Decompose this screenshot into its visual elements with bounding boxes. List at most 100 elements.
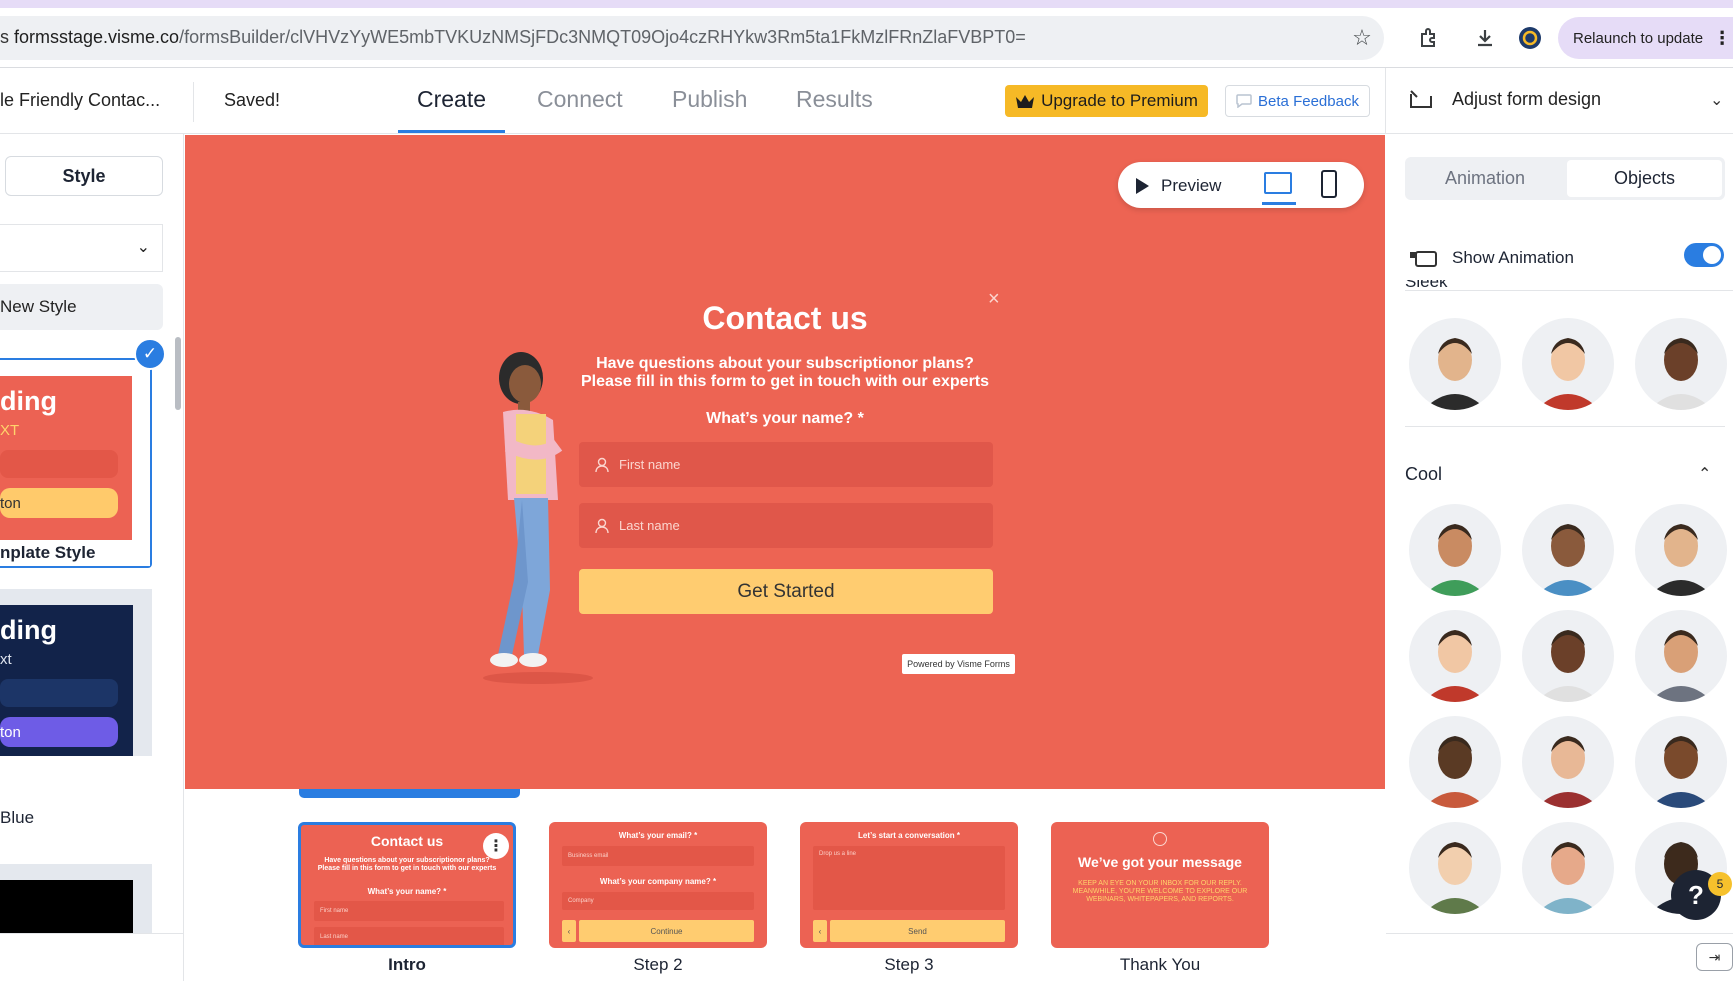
preview-button[interactable]: Preview [1136, 172, 1221, 200]
show-animation-toggle[interactable] [1684, 243, 1724, 267]
beta-feedback-button[interactable]: Beta Feedback [1225, 85, 1370, 117]
tab-connect[interactable]: Connect [537, 86, 623, 113]
tab-publish[interactable]: Publish [672, 86, 747, 113]
url-text[interactable]: s formsstage.visme.co/formsBuilder/clVHV… [0, 27, 1320, 48]
extensions-icon[interactable] [1413, 22, 1445, 54]
style-dropdown[interactable]: ⌄ [0, 224, 163, 272]
step-question: What’s your email? * [618, 831, 698, 840]
section-sleek-label: Sleek [1405, 280, 1448, 290]
avatar-blue-shirt-icon[interactable] [1522, 318, 1614, 410]
step-label-intro[interactable]: Intro [298, 955, 516, 975]
steps-scrollbar[interactable] [299, 789, 520, 798]
template-card-blue[interactable]: ding xt ton [0, 589, 152, 756]
step-question: What’s your company name? * [599, 877, 717, 886]
beta-label: Beta Feedback [1258, 92, 1359, 110]
help-badge: 5 [1708, 872, 1732, 896]
profile-avatar-icon[interactable] [1514, 22, 1546, 54]
step-title: Contact us [370, 833, 444, 849]
header-divider [193, 82, 194, 122]
tab-objects[interactable]: Objects [1567, 160, 1722, 197]
save-status: Saved! [224, 90, 281, 110]
upgrade-label: Upgrade to Premium [1041, 91, 1198, 110]
preview-label: Preview [1161, 176, 1222, 195]
avatar-green-shirt-icon[interactable] [1409, 318, 1501, 410]
kebab-menu-icon[interactable]: ⋮ [483, 833, 509, 859]
message-icon [1153, 832, 1167, 846]
step-desc: Have questions about your subscriptionor… [317, 857, 497, 872]
avatar-sunglasses-icon[interactable] [1409, 504, 1501, 596]
name-question-label[interactable]: What’s your name? * [580, 410, 990, 428]
left-scrollbar[interactable] [175, 337, 181, 410]
avatar-bun-icon[interactable] [1522, 716, 1614, 808]
step-question: What’s your name? * [367, 887, 447, 896]
form-name[interactable]: le Friendly Contac... [0, 90, 160, 111]
avatar-waving-icon[interactable] [1635, 610, 1727, 702]
step-field: Business email [562, 846, 754, 866]
powered-by-badge[interactable]: Powered by Visme Forms [902, 654, 1015, 674]
step-thumbnail-step2[interactable]: What’s your email? * Business email What… [549, 822, 767, 948]
back-arrow-icon: ‹ [813, 920, 827, 942]
relaunch-button[interactable]: Relaunch to update ⋮ [1558, 17, 1733, 59]
template-heading: ding [0, 615, 57, 645]
step-thumbnail-thankyou[interactable]: We’ve got your message KEEP AN EYE ON YO… [1051, 822, 1269, 948]
adjust-form-design[interactable]: Adjust form design [1408, 88, 1601, 110]
chevron-down-icon: ⌄ [136, 239, 150, 256]
design-icon [1410, 90, 1432, 108]
template-heading: ding [0, 386, 57, 416]
tab-results[interactable]: Results [796, 86, 873, 113]
toggle-knob [1703, 246, 1721, 264]
bookmark-star-icon[interactable]: ☆ [1346, 22, 1378, 54]
animation-icon [1410, 251, 1437, 267]
template-button: ton [0, 488, 118, 518]
section-cool-label: Cool [1405, 464, 1443, 484]
step-field: Company [562, 892, 754, 910]
step-thumbnail-intro[interactable]: Contact us Have questions about your sub… [298, 822, 516, 948]
relaunch-label: Relaunch to update [1573, 29, 1704, 47]
new-style-button[interactable]: New Style [0, 284, 163, 330]
collapse-panel-icon[interactable]: ⇥ [1696, 943, 1733, 971]
avatar-suit-icon[interactable] [1409, 716, 1501, 808]
avatar-glasses-blonde-icon[interactable] [1409, 822, 1501, 914]
first-name-field[interactable]: First name [579, 442, 993, 487]
get-started-button[interactable]: Get Started [579, 569, 993, 614]
chat-bubble-icon [1236, 94, 1252, 108]
right-panel-footer-divider [1386, 933, 1733, 934]
tab-create[interactable]: Create [417, 86, 486, 113]
step-label-step3[interactable]: Step 3 [800, 955, 1018, 975]
browser-top-strip [0, 0, 1733, 8]
upgrade-button[interactable]: Upgrade to Premium [1005, 85, 1208, 117]
active-tab-indicator [398, 130, 505, 133]
tab-animation[interactable]: Animation [1405, 157, 1565, 200]
chevron-up-icon[interactable]: ⌃ [1698, 464, 1711, 484]
step-label-step2[interactable]: Step 2 [549, 955, 767, 975]
step-thumbnail-step3[interactable]: Let’s start a conversation * Drop us a l… [800, 822, 1018, 948]
avatar-woman-bob-icon[interactable] [1409, 610, 1501, 702]
desktop-view-icon[interactable] [1264, 172, 1292, 194]
download-icon[interactable] [1469, 22, 1501, 54]
avatar-dreadlocks-icon[interactable] [1522, 610, 1614, 702]
template-card-default[interactable]: ding XT ton nplate Style [0, 358, 152, 568]
kebab-menu-icon[interactable]: ⋮ [1713, 28, 1731, 49]
template-field [0, 679, 118, 707]
avatar-shades-green-icon[interactable] [1635, 716, 1727, 808]
step-button: Continue [579, 920, 754, 942]
form-title[interactable]: Contact us [580, 300, 990, 337]
show-animation-label: Show Animation [1452, 248, 1574, 267]
avatar-braids-icon[interactable] [1522, 504, 1614, 596]
form-description[interactable]: Have questions about your subscriptionor… [570, 355, 1000, 391]
adjust-label: Adjust form design [1452, 88, 1602, 109]
mobile-view-icon[interactable] [1321, 170, 1337, 198]
last-name-field[interactable]: Last name [579, 503, 993, 548]
template-thumbnail: ding xt ton [0, 605, 133, 756]
url-path: /formsBuilder/clVHVzYyWE5mbTVKUzNMSjFDc3… [179, 27, 1026, 47]
person-icon [595, 518, 609, 533]
back-arrow-icon: ‹ [562, 920, 576, 942]
template-sub: XT [0, 422, 20, 439]
tab-style[interactable]: Style [5, 156, 163, 196]
avatar-blond-beard-icon[interactable] [1635, 504, 1727, 596]
avatar-ginger-icon[interactable] [1522, 822, 1614, 914]
last-name-placeholder: Last name [619, 518, 680, 533]
avatar-bearded-vest-icon[interactable] [1635, 318, 1727, 410]
step-label-thankyou[interactable]: Thank You [1051, 955, 1269, 975]
chevron-down-icon[interactable]: ⌄ [1710, 90, 1723, 110]
